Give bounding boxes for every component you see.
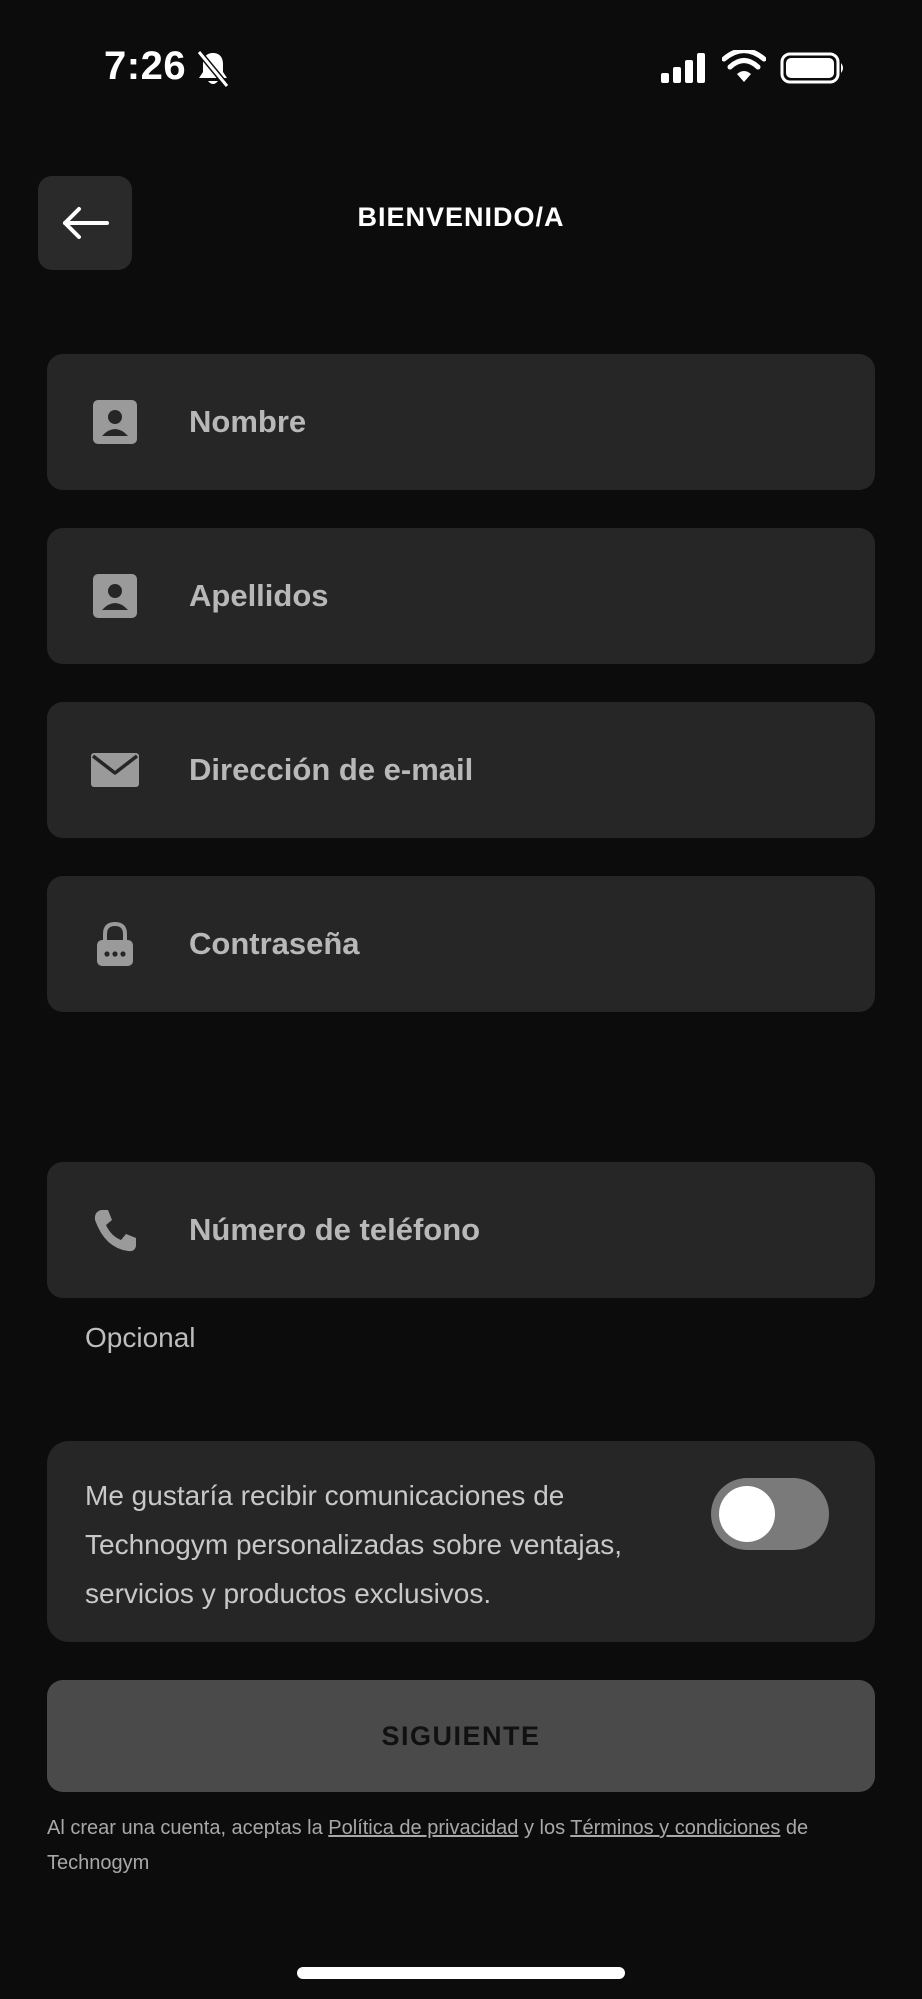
legal-middle: y los: [518, 1817, 571, 1839]
marketing-consent-card: Me gustaría recibir comunicaciones de Te…: [47, 1441, 875, 1642]
marketing-consent-toggle[interactable]: [711, 1478, 829, 1550]
phone-input[interactable]: [181, 1162, 849, 1298]
battery-icon: [780, 52, 843, 84]
legal-prefix: Al crear una cuenta, aceptas la: [47, 1817, 329, 1839]
first-name-field[interactable]: [47, 354, 875, 490]
envelope-icon: [91, 753, 139, 787]
phone-icon: [94, 1210, 136, 1252]
home-indicator[interactable]: [297, 1967, 625, 1979]
signal-icon: [661, 53, 705, 83]
last-name-input[interactable]: [181, 528, 849, 664]
page-title: BIENVENIDO/A: [357, 202, 565, 232]
lock-icon: [97, 921, 133, 966]
contact-card-icon: [93, 574, 137, 618]
next-button[interactable]: SIGUIENTE: [47, 1680, 875, 1792]
contact-card-icon: [93, 400, 137, 444]
status-bar: 7:26: [0, 0, 922, 140]
wifi-icon: [722, 50, 766, 82]
terms-link[interactable]: Términos y condiciones: [570, 1817, 780, 1839]
privacy-policy-link[interactable]: Política de privacidad: [328, 1817, 518, 1839]
marketing-consent-text: Me gustaría recibir comunicaciones de Te…: [85, 1480, 622, 1609]
status-time: 7:26: [104, 44, 187, 88]
legal-notice: Al crear una cuenta, aceptas la Política…: [47, 1811, 875, 1881]
toggle-knob: [719, 1486, 775, 1542]
phone-optional-label: Opcional: [85, 1322, 196, 1353]
email-input[interactable]: [181, 702, 849, 838]
first-name-input[interactable]: [181, 354, 849, 490]
password-input[interactable]: [181, 876, 849, 1012]
bell-slash-icon: [196, 50, 230, 88]
email-field[interactable]: [47, 702, 875, 838]
phone-field[interactable]: [47, 1162, 875, 1298]
password-field[interactable]: [47, 876, 875, 1012]
last-name-field[interactable]: [47, 528, 875, 664]
